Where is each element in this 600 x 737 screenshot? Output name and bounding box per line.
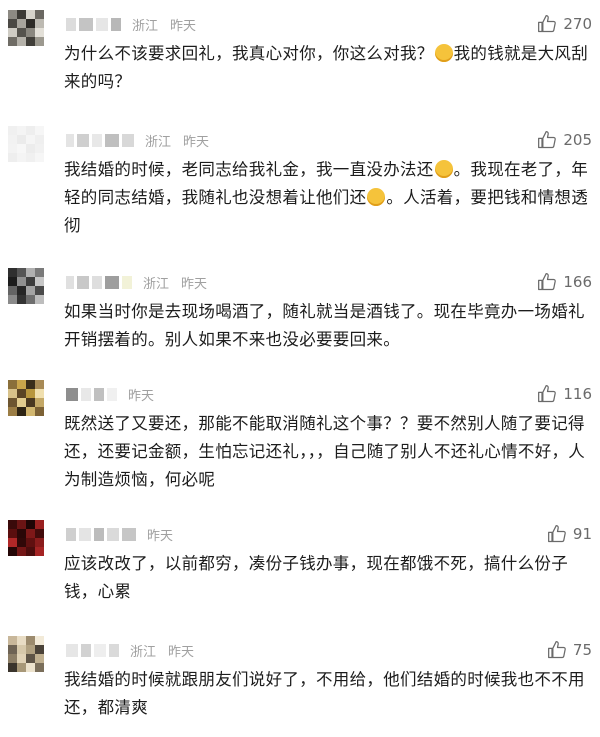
thumbs-up-icon (547, 641, 566, 659)
comment-meta: 浙江 昨天 (66, 638, 194, 662)
comment-meta: 浙江 昨天 (66, 270, 207, 294)
comment-text-part: 如果当时你是去现场喝酒了，随礼就当是酒钱了。现在毕竟办一场婚礼开销摆着的。别人如… (64, 302, 585, 349)
comment-text: 为什么不该要求回礼，我真心对你，你这么对我？ 我的钱就是大风刮来的吗？ (64, 40, 588, 96)
username-blurred[interactable] (66, 133, 137, 147)
thumbs-up-icon (538, 385, 557, 403)
avatar[interactable] (8, 380, 44, 416)
avatar[interactable] (8, 636, 44, 672)
timestamp: 昨天 (183, 134, 210, 150)
timestamp: 昨天 (147, 528, 174, 544)
comment-text: 我结婚的时候就跟朋友们说好了，不用给，他们结婚的时候我也不不用还，都清爽 (64, 666, 588, 722)
comment-item: 浙江 昨天 166 如果当时你是去现场喝酒了，随礼就当是酒钱了。现在毕竟办一场婚… (0, 268, 600, 360)
avatar[interactable] (8, 10, 44, 46)
like-count: 270 (563, 15, 592, 33)
comment-item: 昨天 91 应该改改了，以前都穷，凑份子钱办事，现在都饿不死，搞什么份子钱，心累 (0, 520, 600, 612)
comment-meta: 浙江 昨天 (66, 12, 196, 36)
like-button[interactable]: 270 (537, 14, 592, 34)
comment-text-part: 为什么不该要求回礼，我真心对你，你这么对我？ (64, 44, 434, 63)
like-count: 116 (563, 385, 592, 403)
like-button[interactable]: 91 (547, 524, 592, 544)
comment-text: 如果当时你是去现场喝酒了，随礼就当是酒钱了。现在毕竟办一场婚礼开销摆着的。别人如… (64, 298, 588, 354)
comment-meta: 浙江 昨天 (66, 128, 209, 152)
avatar[interactable] (8, 268, 44, 304)
username-blurred[interactable] (66, 17, 124, 31)
like-count: 166 (563, 273, 592, 291)
comment-text: 应该改改了，以前都穷，凑份子钱办事，现在都饿不死，搞什么份子钱，心累 (64, 550, 588, 606)
like-button[interactable]: 166 (537, 272, 592, 292)
timestamp: 昨天 (170, 18, 197, 34)
timestamp: 昨天 (168, 644, 195, 660)
like-button[interactable]: 205 (537, 130, 592, 150)
laugh-cry-emoji (434, 160, 453, 178)
comment-text-part: 我结婚的时候，老同志给我礼金，我一直没办法还 (64, 160, 434, 179)
username-blurred[interactable] (66, 387, 120, 401)
location: 浙江 (130, 644, 157, 660)
location: 浙江 (132, 18, 159, 34)
username-blurred[interactable] (66, 527, 139, 541)
avatar[interactable] (8, 520, 44, 556)
comment-text: 我结婚的时候，老同志给我礼金，我一直没办法还 。我现在老了，年轻的同志结婚，我随礼… (64, 156, 588, 240)
timestamp: 昨天 (181, 276, 208, 292)
like-count: 91 (572, 525, 592, 543)
comment-text: 既然送了又要还，那能不能取消随礼这个事？？要不然别人随了要记得还，还要记金额，生… (64, 410, 588, 494)
thumbs-up-icon (547, 525, 566, 543)
like-button[interactable]: 75 (547, 640, 592, 660)
like-count: 75 (572, 641, 592, 659)
comment-item: 浙江 昨天 75 我结婚的时候就跟朋友们说好了，不用给，他们结婚的时候我也不不用… (0, 636, 600, 732)
smile-emoji (434, 44, 453, 62)
thumbs-up-icon (538, 273, 557, 291)
comment-item: 昨天 116 既然送了又要还，那能不能取消随礼这个事？？要不然别人随了要记得还，… (0, 380, 600, 500)
timestamp: 昨天 (128, 388, 155, 404)
username-blurred[interactable] (66, 643, 122, 657)
like-button[interactable]: 116 (537, 384, 592, 404)
location: 浙江 (145, 134, 172, 150)
comment-item: 浙江 昨天 270 为什么不该要求回礼，我真心对你，你这么对我？ 我的钱就是大风刮… (0, 10, 600, 100)
thumbs-up-icon (538, 15, 557, 33)
comment-text-part: 应该改改了，以前都穷，凑份子钱办事，现在都饿不死，搞什么份子钱，心累 (64, 554, 568, 601)
comment-meta: 昨天 (66, 522, 173, 546)
thumbs-up-icon (538, 131, 557, 149)
avatar[interactable] (8, 126, 44, 162)
comment-text-part: 既然送了又要还，那能不能取消随礼这个事？？要不然别人随了要记得还，还要记金额，生… (64, 414, 586, 489)
grin-emoji (367, 188, 386, 206)
location: 浙江 (143, 276, 170, 292)
username-blurred[interactable] (66, 275, 135, 289)
comment-item: 浙江 昨天 205 我结婚的时候，老同志给我礼金，我一直没办法还 。我现在老了，年… (0, 126, 600, 246)
comment-text-part: 我结婚的时候就跟朋友们说好了，不用给，他们结婚的时候我也不不用还，都清爽 (64, 670, 585, 717)
like-count: 205 (563, 131, 592, 149)
comment-meta: 昨天 (66, 382, 154, 406)
